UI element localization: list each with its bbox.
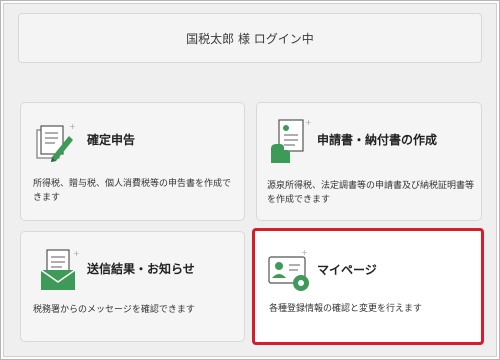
envelope-message-icon: + [40, 249, 80, 290]
card-results-notices[interactable]: + 送信結果・お知らせ 税務署からのメッセージを確認できます [20, 231, 245, 342]
svg-text:+: + [69, 122, 76, 131]
svg-text:+: + [305, 118, 312, 127]
card-application-forms[interactable]: + 申請書・納付書の作成 源泉所得税、法定調書等の申請書及び納税証明書等を作成で… [256, 102, 482, 221]
card-tax-return[interactable]: + 確定申告 所得税、贈与税、個人消費税等の申告書を作成できます [20, 102, 245, 221]
card-description: 源泉所得税、法定調書等の申請書及び納税証明書等を作成できます [267, 181, 475, 205]
profile-settings-icon: + [268, 248, 309, 291]
card-title: 申請書・納付書の作成 [317, 133, 438, 147]
document-pen-icon: + [36, 122, 76, 162]
card-my-page[interactable]: + マイページ 各種登録情報の確認と変更を行えます [252, 228, 484, 345]
hand-document-icon: + [271, 118, 312, 163]
card-title: マイページ [317, 263, 377, 277]
login-status-bar: 国税太郎 様 ログイン中 [18, 13, 482, 63]
svg-text:+: + [301, 248, 308, 257]
card-title: 送信結果・お知らせ [87, 262, 195, 276]
card-description: 各種登録情報の確認と変更を行えます [269, 304, 423, 314]
login-status-text: 国税太郎 様 ログイン中 [186, 31, 314, 46]
card-title: 確定申告 [87, 133, 136, 147]
svg-text:+: + [73, 249, 80, 258]
window-frame: 国税太郎 様 ログイン中 + 確定申告 所得税、贈与税、個人消費税等の申告書を作… [0, 0, 500, 360]
card-description: 税務署からのメッセージを確認できます [33, 305, 195, 315]
card-description: 所得税、贈与税、個人消費税等の申告書を作成できます [33, 179, 232, 203]
